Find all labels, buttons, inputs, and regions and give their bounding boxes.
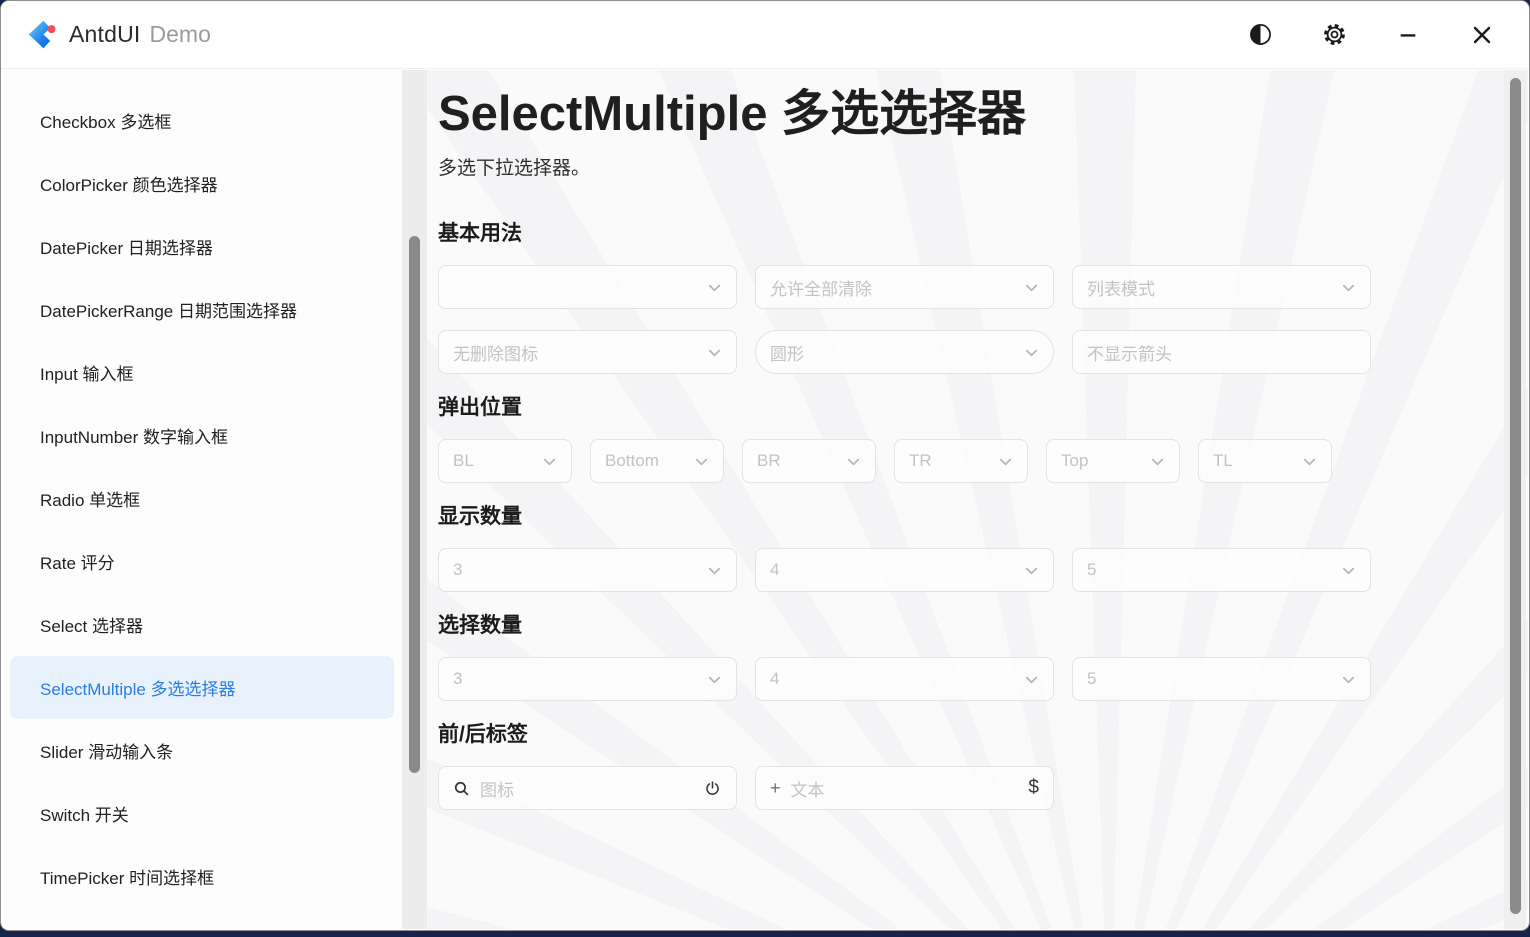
select-count-row: 3 4 5 bbox=[438, 657, 1382, 701]
app-mode-label: Demo bbox=[150, 21, 211, 48]
chevron-down-icon bbox=[1024, 345, 1039, 360]
app-window: AntdUI Demo Check bbox=[0, 0, 1530, 931]
chevron-down-icon bbox=[846, 454, 861, 469]
section-header-select-count: 选择数量 bbox=[438, 613, 1382, 639]
section-header-affix: 前/后标签 bbox=[438, 722, 1382, 748]
select-with-icon-affix[interactable]: 图标 bbox=[438, 766, 737, 810]
sidebar-item-input[interactable]: Input 输入框 bbox=[10, 341, 394, 404]
select-max-count-4[interactable]: 4 bbox=[755, 657, 1054, 701]
chevron-down-icon bbox=[1341, 563, 1356, 578]
chevron-down-icon bbox=[707, 280, 722, 295]
sidebar-item-inputnumber[interactable]: InputNumber 数字输入框 bbox=[10, 404, 394, 467]
theme-toggle-button[interactable] bbox=[1237, 12, 1283, 58]
sidebar-scrollbar-thumb[interactable] bbox=[409, 236, 420, 773]
select-round-shape[interactable]: 圆形 bbox=[755, 330, 1054, 374]
power-icon bbox=[703, 779, 722, 798]
titlebar: AntdUI Demo bbox=[1, 1, 1529, 69]
main-content: SelectMultiple 多选选择器 多选下拉选择器。 基本用法 允许全部清… bbox=[427, 70, 1528, 929]
affix-row: 图标 + 文本 $ bbox=[438, 766, 1382, 810]
chevron-down-icon bbox=[1341, 280, 1356, 295]
select-placement-br[interactable]: BR bbox=[742, 439, 876, 483]
select-placement-tl[interactable]: TL bbox=[1198, 439, 1332, 483]
select-with-text-affix[interactable]: + 文本 $ bbox=[755, 766, 1054, 810]
chevron-down-icon bbox=[1024, 280, 1039, 295]
sidebar-item-slider[interactable]: Slider 滑动输入条 bbox=[10, 719, 394, 782]
sidebar-item-timepicker[interactable]: TimePicker 时间选择框 bbox=[10, 845, 394, 908]
dollar-suffix-label: $ bbox=[1028, 777, 1039, 799]
basic-usage-row-1: 允许全部清除 列表模式 bbox=[438, 265, 1382, 309]
settings-button[interactable] bbox=[1311, 12, 1357, 58]
select-placement-top[interactable]: Top bbox=[1046, 439, 1180, 483]
select-multiple-basic[interactable] bbox=[438, 265, 737, 309]
section-header-display-count: 显示数量 bbox=[438, 504, 1382, 530]
sidebar-scrollbar-track[interactable] bbox=[402, 70, 427, 929]
select-max-count-3[interactable]: 3 bbox=[438, 657, 737, 701]
chevron-down-icon bbox=[1150, 454, 1165, 469]
chevron-down-icon bbox=[1024, 563, 1039, 578]
chevron-down-icon bbox=[694, 454, 709, 469]
sidebar-item-selectmultiple[interactable]: SelectMultiple 多选选择器 bbox=[10, 656, 394, 719]
sidebar-item-switch[interactable]: Switch 开关 bbox=[10, 782, 394, 845]
select-display-count-3[interactable]: 3 bbox=[438, 548, 737, 592]
select-placement-bl[interactable]: BL bbox=[438, 439, 572, 483]
minimize-button[interactable] bbox=[1385, 12, 1431, 58]
select-display-count-4[interactable]: 4 bbox=[755, 548, 1054, 592]
display-count-row: 3 4 5 bbox=[438, 548, 1382, 592]
chevron-down-icon bbox=[707, 563, 722, 578]
select-allow-clear[interactable]: 允许全部清除 bbox=[755, 265, 1054, 309]
main-scrollbar-thumb[interactable] bbox=[1510, 78, 1521, 914]
select-max-count-5[interactable]: 5 bbox=[1072, 657, 1371, 701]
sidebar-item-datepickerrange[interactable]: DatePickerRange 日期范围选择器 bbox=[10, 278, 394, 341]
chevron-down-icon bbox=[542, 454, 557, 469]
half-circle-theme-icon bbox=[1249, 23, 1272, 46]
search-icon bbox=[453, 780, 470, 797]
app-title: AntdUI bbox=[69, 21, 141, 48]
minimize-icon bbox=[1397, 24, 1419, 46]
select-display-count-5[interactable]: 5 bbox=[1072, 548, 1371, 592]
basic-usage-row-2: 无删除图标 圆形 不显示箭头 bbox=[438, 330, 1382, 374]
page-title: SelectMultiple 多选选择器 bbox=[438, 84, 1382, 144]
page-subtitle: 多选下拉选择器。 bbox=[438, 153, 1382, 180]
select-list-mode[interactable]: 列表模式 bbox=[1072, 265, 1371, 309]
select-no-delete-icon[interactable]: 无删除图标 bbox=[438, 330, 737, 374]
popup-position-row: BL Bottom BR bbox=[438, 439, 1382, 483]
chevron-down-icon bbox=[1341, 672, 1356, 687]
select-no-arrow[interactable]: 不显示箭头 bbox=[1072, 330, 1371, 374]
sidebar-item-radio[interactable]: Radio 单选框 bbox=[10, 467, 394, 530]
plus-prefix-label: + bbox=[770, 778, 781, 799]
section-header-popup-position: 弹出位置 bbox=[438, 395, 1382, 421]
section-header-basic-usage: 基本用法 bbox=[438, 221, 1382, 247]
chevron-down-icon bbox=[1024, 672, 1039, 687]
sidebar-item-checkbox[interactable]: Checkbox 多选框 bbox=[10, 89, 394, 152]
gear-icon bbox=[1322, 22, 1347, 47]
antdui-logo-icon bbox=[23, 16, 60, 53]
close-button[interactable] bbox=[1459, 12, 1505, 58]
sidebar-item-datepicker[interactable]: DatePicker 日期选择器 bbox=[10, 215, 394, 278]
chevron-down-icon bbox=[707, 672, 722, 687]
component-nav-sidebar: Checkbox 多选框 ColorPicker 颜色选择器 DatePicke… bbox=[2, 70, 402, 929]
sidebar-item-colorpicker[interactable]: ColorPicker 颜色选择器 bbox=[10, 152, 394, 215]
desktop-edge bbox=[0, 931, 1530, 937]
chevron-down-icon bbox=[998, 454, 1013, 469]
close-icon bbox=[1470, 23, 1494, 47]
chevron-down-icon bbox=[707, 345, 722, 360]
chevron-down-icon bbox=[1302, 454, 1317, 469]
sidebar-item-rate[interactable]: Rate 评分 bbox=[10, 530, 394, 593]
select-placement-tr[interactable]: TR bbox=[894, 439, 1028, 483]
sidebar-item-select[interactable]: Select 选择器 bbox=[10, 593, 394, 656]
main-scrollbar-track[interactable] bbox=[1504, 70, 1526, 929]
select-placement-bottom[interactable]: Bottom bbox=[590, 439, 724, 483]
